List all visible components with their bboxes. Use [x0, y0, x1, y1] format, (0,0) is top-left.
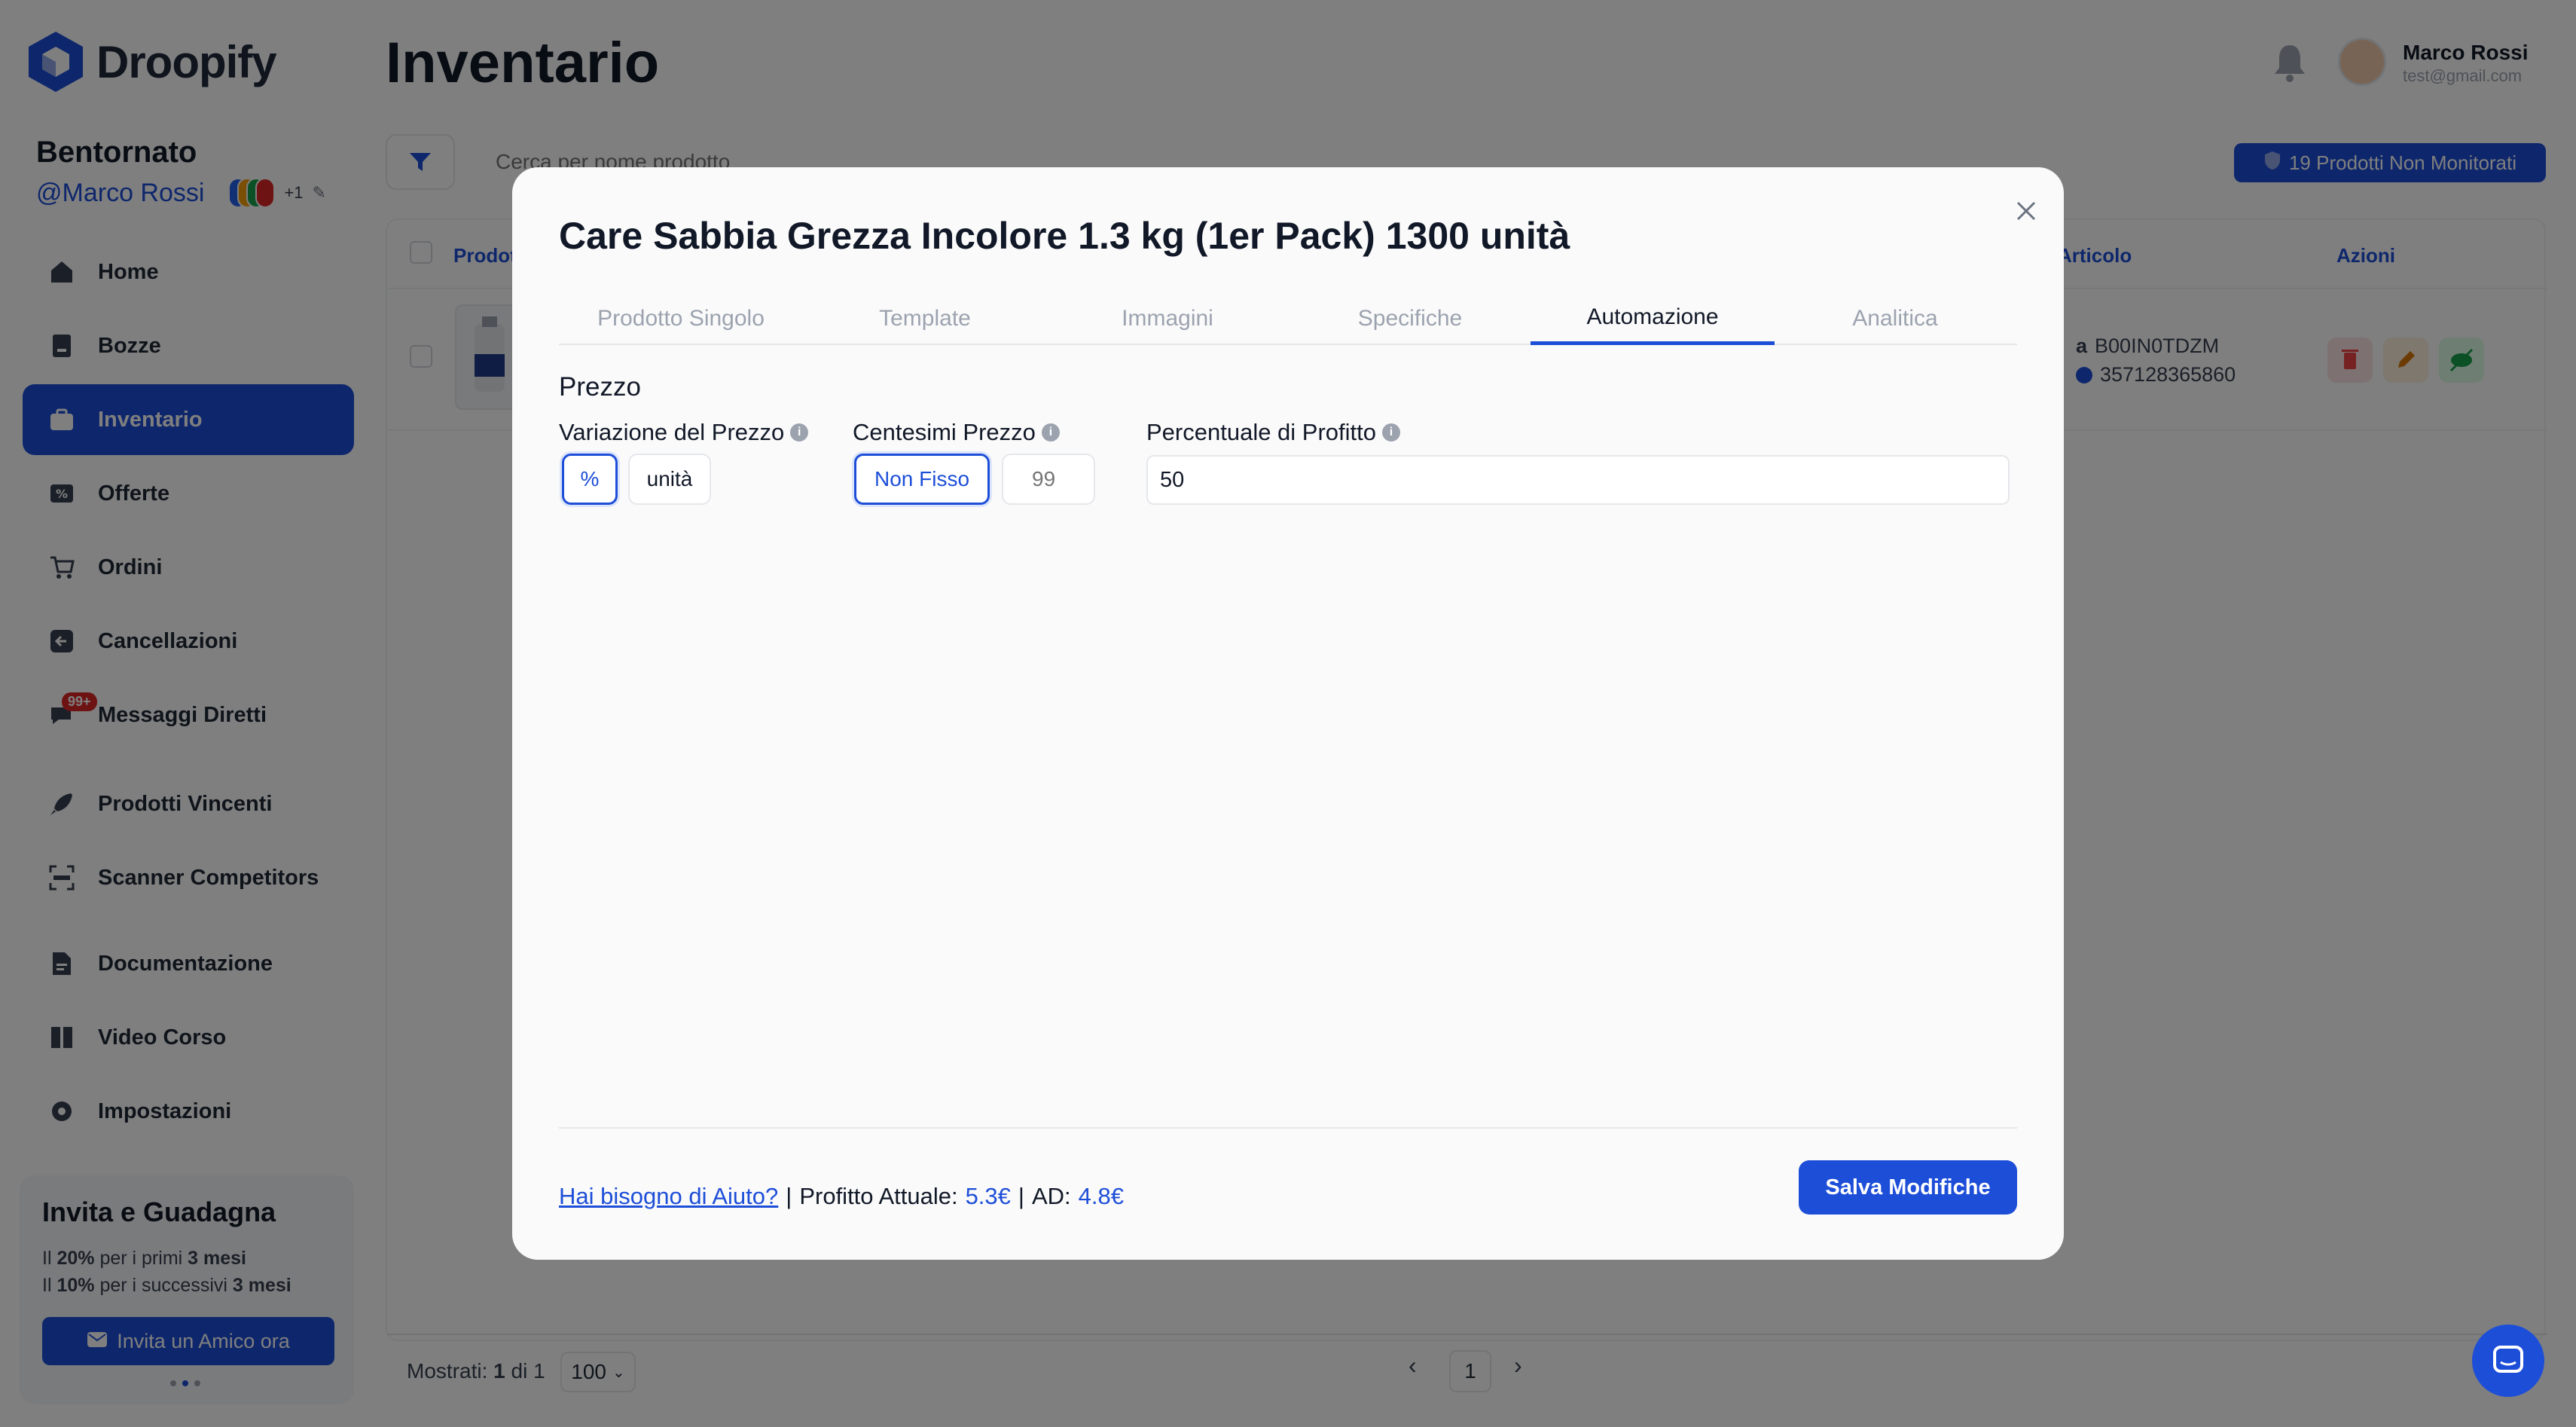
- modal-tabs: Prodotto Singolo Template Immagini Speci…: [559, 292, 2017, 345]
- price-cents-input[interactable]: [1002, 454, 1095, 505]
- tab-specifiche[interactable]: Specifiche: [1288, 292, 1532, 345]
- chat-button[interactable]: [2472, 1325, 2544, 1397]
- info-icon[interactable]: i: [790, 423, 809, 442]
- tab-automazione[interactable]: Automazione: [1531, 292, 1775, 345]
- section-title: Prezzo: [559, 372, 641, 402]
- tab-analitica[interactable]: Analitica: [1773, 292, 2017, 345]
- ad-value: 4.8€: [1078, 1183, 1124, 1209]
- profit-percentage-label: Percentuale di Profitto i: [1146, 419, 1401, 446]
- tab-immagini[interactable]: Immagini: [1045, 292, 1290, 345]
- price-variation-percent-option[interactable]: %: [562, 454, 618, 505]
- close-icon[interactable]: [2008, 193, 2044, 229]
- current-profit-value: 5.3€: [965, 1183, 1011, 1209]
- price-variation-label: Variazione del Prezzo i: [559, 419, 809, 446]
- modal-title: Care Sabbia Grezza Incolore 1.3 kg (1er …: [559, 215, 1570, 257]
- ad-label: AD:: [1031, 1183, 1071, 1209]
- info-icon[interactable]: i: [1382, 423, 1401, 442]
- chat-icon: [2493, 1346, 2523, 1373]
- help-link[interactable]: Hai bisogno di Aiuto?: [559, 1183, 778, 1210]
- price-cents-non-fixed-option[interactable]: Non Fisso: [854, 454, 990, 505]
- current-profit-label: Profitto Attuale:: [799, 1183, 958, 1209]
- profit-percentage-input[interactable]: [1146, 455, 2010, 505]
- price-cents-label: Centesimi Prezzo i: [853, 419, 1060, 446]
- save-changes-button[interactable]: Salva Modifiche: [1799, 1160, 2017, 1215]
- modal-footer-info: Hai bisogno di Aiuto? | Profitto Attuale…: [559, 1183, 1124, 1210]
- info-icon[interactable]: i: [1041, 423, 1060, 442]
- tab-prodotto-singolo[interactable]: Prodotto Singolo: [559, 292, 803, 345]
- product-modal: Care Sabbia Grezza Incolore 1.3 kg (1er …: [512, 167, 2064, 1260]
- price-variation-unit-option[interactable]: unità: [628, 454, 711, 505]
- tab-template[interactable]: Template: [803, 292, 1047, 345]
